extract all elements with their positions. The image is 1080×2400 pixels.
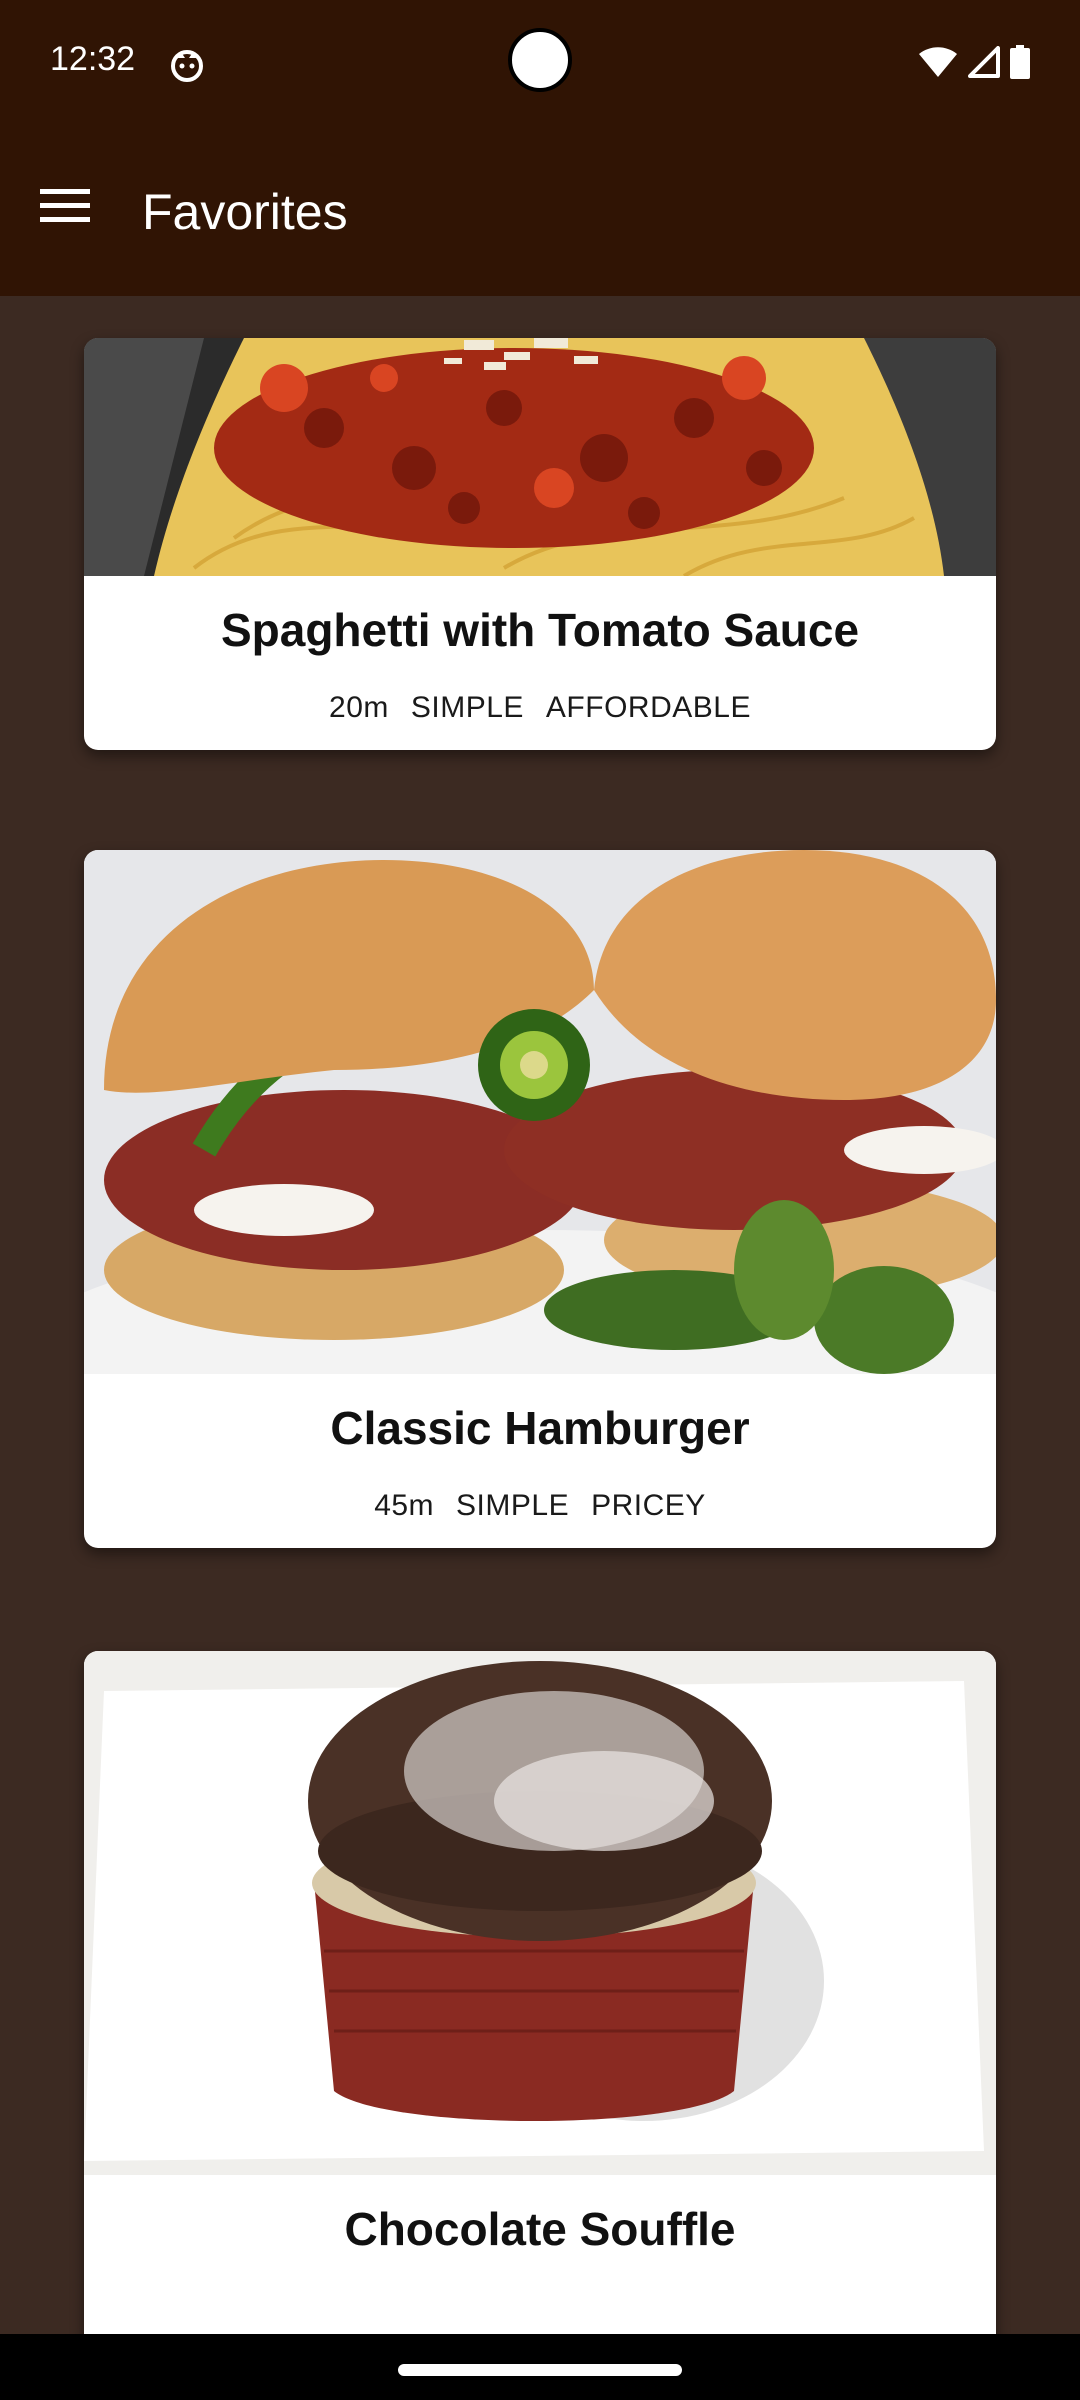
status-icons xyxy=(918,44,1030,80)
meal-card[interactable]: Spaghetti with Tomato Sauce 20m SIMPLE A… xyxy=(84,338,996,750)
notification-app-icon xyxy=(170,48,204,82)
meal-title: Spaghetti with Tomato Sauce xyxy=(220,604,860,656)
meal-image xyxy=(84,850,996,1374)
meal-image xyxy=(84,338,996,576)
meal-duration: 45m xyxy=(374,1489,435,1522)
app-bar: 12:32 Favorites xyxy=(0,0,1080,296)
status-time: 12:32 xyxy=(50,40,136,78)
hamburger-menu-icon xyxy=(40,187,90,228)
meal-image xyxy=(84,1651,996,2175)
meal-meta: 20m SIMPLE AFFORDABLE xyxy=(84,666,996,750)
status-bar: 12:32 xyxy=(0,0,1080,130)
meal-affordability: PRICEY xyxy=(591,1489,706,1522)
app-screen: 12:32 Favorites Spaghetti with Tomato Sa… xyxy=(0,0,1080,2400)
meal-title: Classic Hamburger xyxy=(330,1402,750,1454)
battery-icon xyxy=(1010,45,1030,79)
toolbar: Favorites xyxy=(0,146,1080,276)
meal-affordability: AFFORDABLE xyxy=(545,691,751,724)
home-gesture-handle[interactable] xyxy=(398,2364,682,2376)
meal-card[interactable]: Chocolate Souffle xyxy=(84,1651,996,2334)
wifi-icon xyxy=(918,46,958,78)
meal-card[interactable]: Classic Hamburger 45m SIMPLE PRICEY xyxy=(84,850,996,1548)
meal-meta: 45m SIMPLE PRICEY xyxy=(84,1464,996,1548)
menu-button[interactable] xyxy=(32,174,98,240)
meal-duration: 20m xyxy=(329,691,389,724)
meal-complexity: SIMPLE xyxy=(410,691,524,724)
favorites-list[interactable]: Spaghetti with Tomato Sauce 20m SIMPLE A… xyxy=(0,296,1080,2334)
camera-cutout xyxy=(508,28,572,92)
meal-title: Chocolate Souffle xyxy=(344,2203,736,2255)
page-title: Favorites xyxy=(142,184,348,240)
system-navigation-bar xyxy=(0,2334,1080,2400)
meal-complexity: SIMPLE xyxy=(456,1489,570,1522)
cellular-signal-icon xyxy=(968,46,1000,78)
